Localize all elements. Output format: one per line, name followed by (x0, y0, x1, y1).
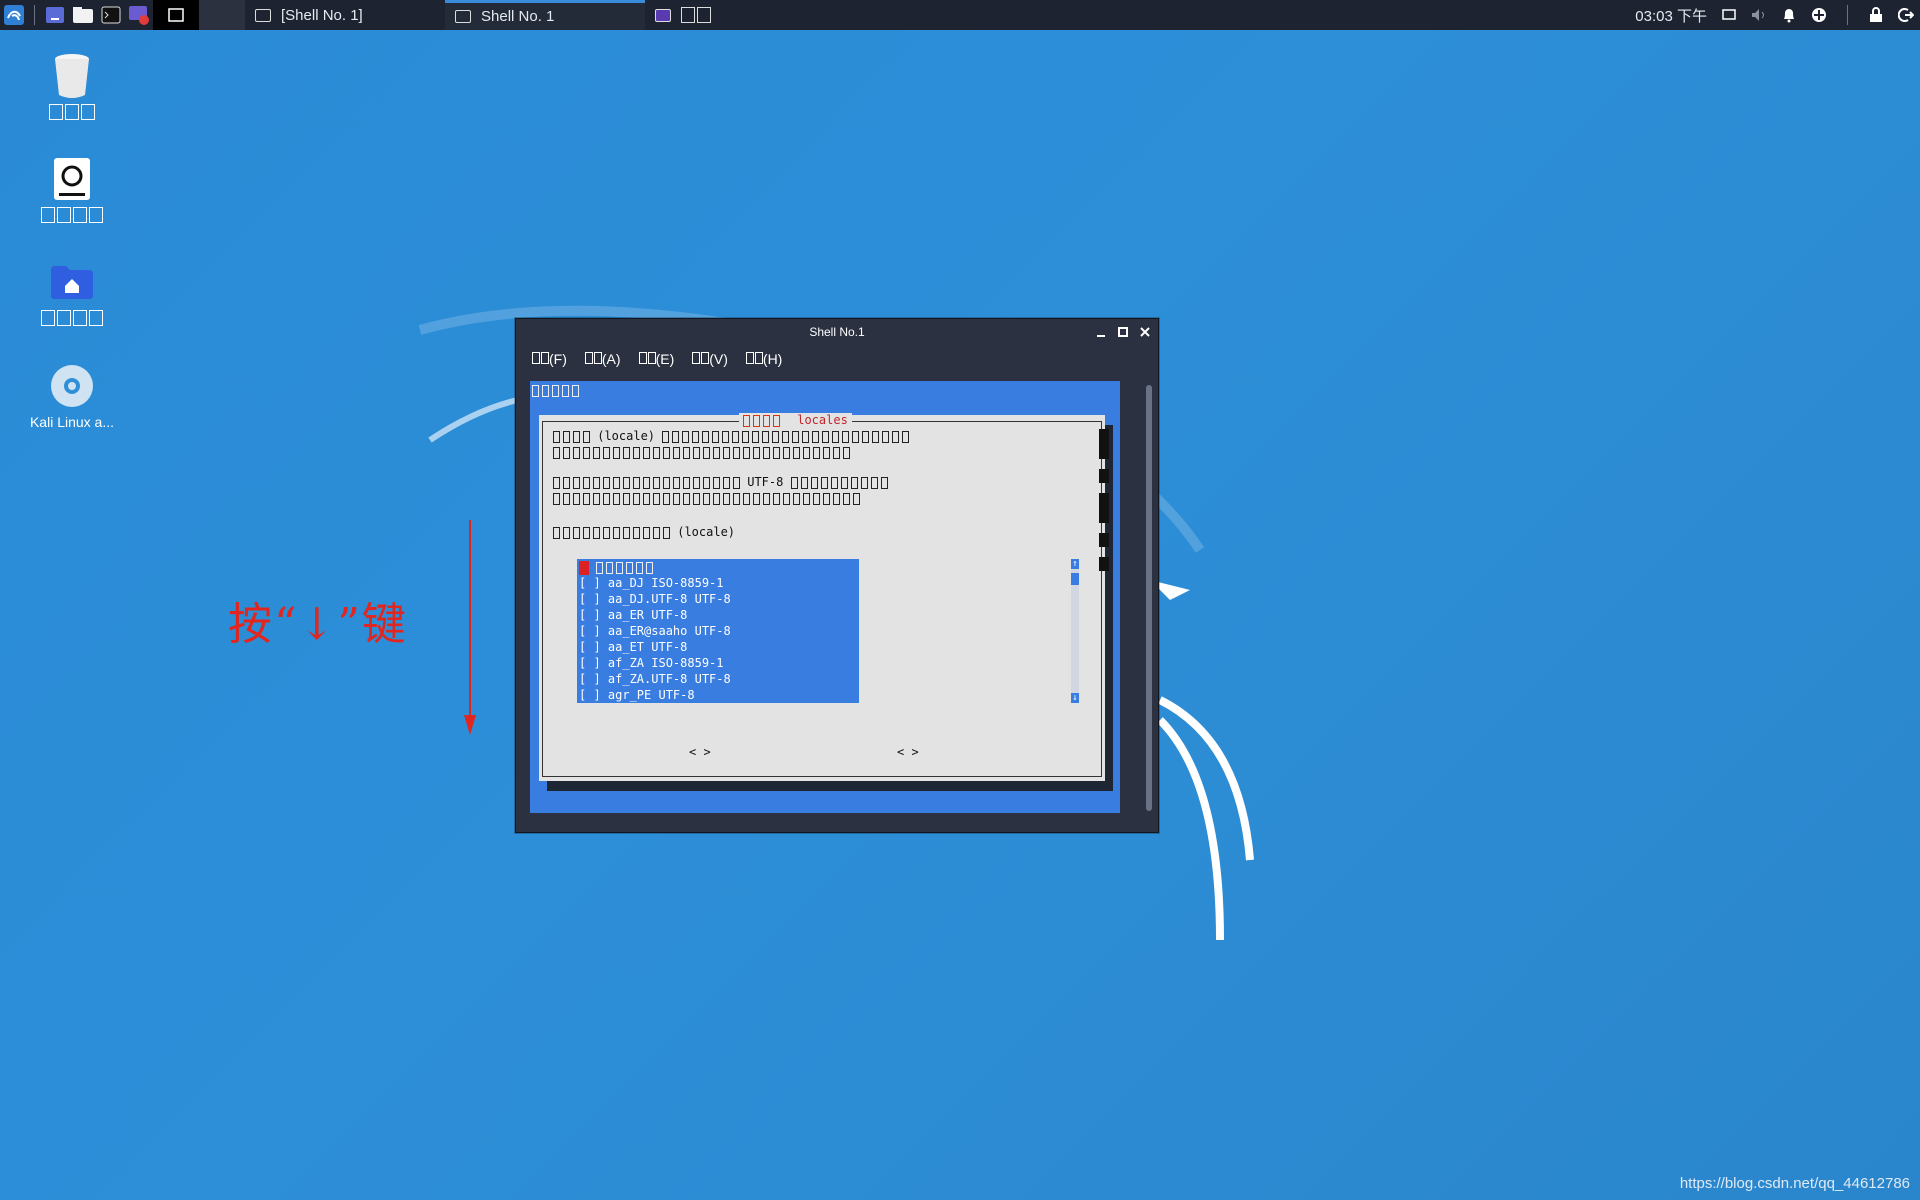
terminal-launcher-icon[interactable] (97, 1, 125, 29)
taskbar-separator (34, 5, 35, 25)
list-scrollbar[interactable]: ↑ ↓ (1071, 559, 1079, 703)
desktop-icon-label (41, 207, 103, 223)
list-item[interactable]: [ ] aa_ET UTF-8 (577, 639, 859, 655)
show-desktop-icon[interactable] (41, 1, 69, 29)
menu-edit[interactable]: (E) (638, 351, 674, 367)
menu-actions[interactable]: (A) (584, 351, 621, 367)
list-item-select-all[interactable] (577, 559, 859, 575)
locale-list[interactable]: [ ] aa_DJ ISO-8859-1 [ ] aa_DJ.UTF-8 UTF… (577, 559, 859, 703)
menu-help[interactable]: (H) (745, 351, 782, 367)
dialog-text-line-2 (553, 445, 850, 459)
terminal-area[interactable]: locales (locale) UTF-8 (locale) [] aa_D… (530, 381, 1120, 813)
list-item[interactable]: [ ] aa_DJ ISO-8859-1 (577, 575, 859, 591)
tray-separator (1847, 5, 1848, 25)
list-item[interactable]: [ ] agr_PE UTF-8 (577, 687, 859, 703)
dialog-text-line-1: (locale) (553, 429, 910, 443)
desktop-icon-label: Kali Linux a... (29, 414, 115, 430)
list-item[interactable]: [ ] af_ZA ISO-8859-1 (577, 655, 859, 671)
filesystem-icon (48, 155, 96, 203)
locales-dialog: locales (locale) UTF-8 (locale) [] aa_D… (539, 413, 1109, 781)
desktop-trash[interactable] (22, 52, 122, 123)
terminal-icon (255, 8, 271, 22)
dialog-text-line-3: UTF-8 (553, 475, 888, 489)
terminal-window[interactable]: Shell No.1 (F) (A) (E) (V) (H) locales (… (515, 318, 1159, 833)
clock[interactable]: 03:03 下午 (1635, 5, 1707, 26)
workspace-1[interactable] (153, 0, 199, 30)
desktop-filesystem[interactable] (22, 155, 122, 226)
system-tray: 03:03 下午 (1635, 0, 1920, 30)
list-item[interactable]: [ ] aa_ER UTF-8 (577, 607, 859, 623)
terminal-scrollbar[interactable] (1146, 385, 1152, 811)
scroll-thumb[interactable] (1071, 573, 1079, 585)
desktop-icon-label (49, 104, 95, 120)
task-label: Shell No. 1 (481, 8, 555, 25)
scroll-up-icon[interactable]: ↑ (1071, 559, 1079, 569)
annotation-text: 按“↓”键 (228, 599, 408, 650)
maximize-icon[interactable] (1118, 327, 1128, 337)
list-item[interactable]: [ ] aa_ER@saaho UTF-8 (577, 623, 859, 639)
ok-button[interactable]: < > (689, 745, 711, 759)
taskbar: [Shell No. 1] Shell No. 1 03:03 下午 (0, 0, 1920, 30)
kali-menu-icon[interactable] (0, 1, 28, 29)
notification-bell-icon[interactable] (1781, 7, 1797, 23)
window-titlebar[interactable]: Shell No.1 (516, 319, 1158, 345)
dialog-text-line-5: (locale) (553, 525, 735, 539)
down-arrow-annotation (464, 520, 476, 735)
network-icon[interactable] (1811, 7, 1827, 23)
file-manager-icon[interactable] (69, 1, 97, 29)
dialog-text-line-4 (553, 491, 860, 505)
watermark: https://blog.csdn.net/qq_44612786 (1679, 1175, 1910, 1192)
task-shell-inactive[interactable]: [Shell No. 1] (245, 0, 445, 30)
task-shell-active[interactable]: Shell No. 1 (445, 0, 645, 30)
list-item[interactable]: [ ] af_ZA.UTF-8 UTF-8 (577, 671, 859, 687)
scroll-down-icon[interactable]: ↓ (1071, 693, 1079, 703)
home-folder-icon (48, 258, 96, 306)
window-title: Shell No.1 (809, 325, 865, 339)
display-icon[interactable] (1721, 7, 1737, 23)
task-label-glyphs (681, 7, 711, 23)
menu-view[interactable]: (V) (692, 351, 728, 367)
volume-icon[interactable] (1751, 7, 1767, 23)
logout-icon[interactable] (1898, 7, 1914, 23)
trash-icon (48, 52, 96, 100)
dialog-title: locales (739, 413, 852, 427)
minimize-icon[interactable] (1096, 327, 1106, 337)
menu-file[interactable]: (F) (532, 351, 567, 367)
app-icon (655, 8, 671, 22)
disc-icon (48, 362, 96, 410)
desktop-disc[interactable]: Kali Linux a... (22, 362, 122, 430)
desktop-home[interactable] (22, 258, 122, 329)
task-label: [Shell No. 1] (281, 6, 363, 24)
cancel-button[interactable]: < > (897, 745, 919, 759)
desktop-icon-label (41, 310, 103, 326)
menubar: (F) (A) (E) (V) (H) (516, 345, 1158, 373)
terminal-scroll-thumb[interactable] (1146, 385, 1152, 811)
lock-icon[interactable] (1868, 7, 1884, 23)
list-item[interactable]: [ ] aa_DJ.UTF-8 UTF-8 (577, 591, 859, 607)
screen-recorder-icon[interactable] (125, 1, 153, 29)
close-icon[interactable] (1140, 327, 1150, 337)
terminal-header-glyphs (532, 383, 579, 397)
terminal-icon (455, 10, 471, 23)
workspace-2[interactable] (199, 0, 245, 30)
right-edge-marks (1099, 429, 1109, 581)
task-other[interactable] (645, 0, 735, 30)
